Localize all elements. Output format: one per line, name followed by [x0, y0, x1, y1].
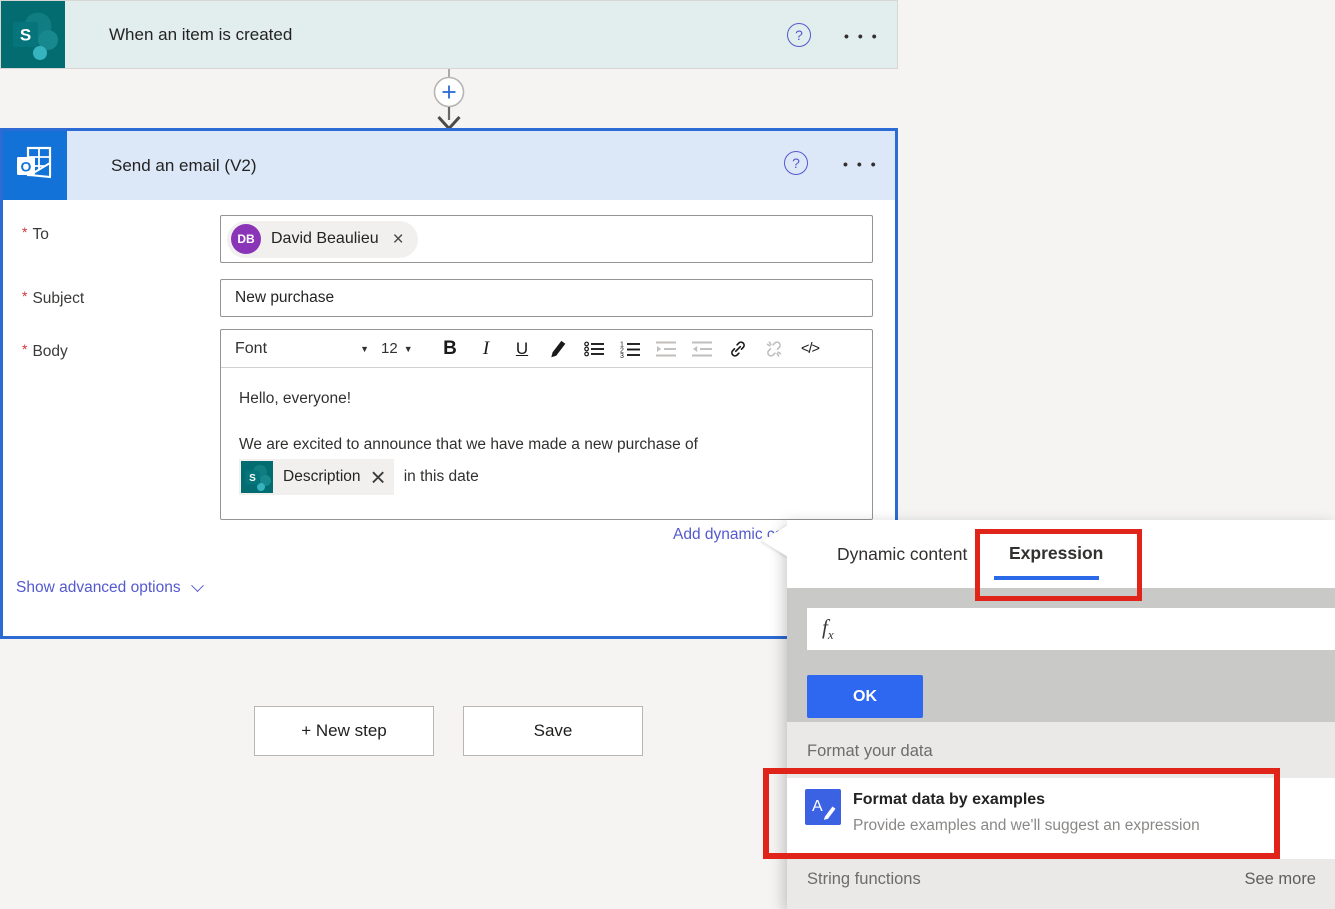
underline-button[interactable]: U [505, 333, 539, 365]
indent-button[interactable] [649, 333, 683, 365]
sharepoint-icon: S [1, 1, 65, 68]
tab-dynamic-content[interactable]: Dynamic content [837, 544, 967, 565]
chevron-down-icon [191, 579, 204, 592]
expression-input[interactable]: fx [807, 608, 1335, 650]
insert-link-button[interactable] [721, 333, 755, 365]
bullet-list-button[interactable] [577, 333, 611, 365]
see-more-link[interactable]: See more [1244, 870, 1316, 889]
flow-designer-canvas: S When an item is created ? ••• [0, 0, 1335, 909]
expression-function-list: Format your data A Format data by exampl… [787, 722, 1335, 909]
font-size-dropdown[interactable]: 12 ▼ [381, 333, 431, 365]
remove-chip-icon[interactable]: × [371, 464, 386, 490]
required-asterisk: * [22, 288, 27, 304]
sharepoint-icon: S [241, 461, 273, 493]
body-rich-text-editor[interactable]: Font ▼ 12 ▼ B I U [220, 329, 873, 520]
remove-recipient-icon[interactable]: × [393, 230, 404, 249]
menu-ellipsis-icon[interactable]: ••• [844, 28, 886, 44]
subject-input[interactable]: New purchase [220, 279, 873, 317]
trigger-card-title: When an item is created [109, 25, 292, 45]
highlight-box-format-row [763, 768, 1280, 859]
dynamic-content-popup: Dynamic content Expression fx OK Format … [787, 520, 1335, 909]
trigger-card-when-item-created[interactable]: S When an item is created ? ••• [0, 0, 898, 69]
menu-ellipsis-icon[interactable]: ••• [843, 156, 885, 172]
outdent-button[interactable] [685, 333, 719, 365]
svg-text:S: S [249, 473, 256, 484]
string-functions-label: String functions [807, 870, 921, 889]
section-label-format-your-data: Format your data [807, 742, 933, 761]
save-button[interactable]: Save [463, 706, 643, 756]
body-text-after-chip: in this date [404, 468, 479, 486]
to-input[interactable]: DB David Beaulieu × [220, 215, 873, 263]
step-connector [427, 69, 471, 131]
numbered-list-button[interactable]: 1 2 3 [613, 333, 647, 365]
avatar: DB [231, 224, 261, 254]
chip-label: Description [283, 468, 361, 486]
trigger-card-header: S When an item is created ? ••• [1, 1, 897, 68]
help-icon[interactable]: ? [784, 151, 808, 175]
recipient-chip[interactable]: DB David Beaulieu × [227, 221, 418, 258]
highlight-box-expression-tab [975, 529, 1142, 601]
ok-button[interactable]: OK [807, 675, 923, 718]
subject-value: New purchase [235, 289, 334, 307]
svg-text:S: S [20, 25, 31, 44]
outlook-icon: O [3, 131, 67, 200]
new-step-button[interactable]: + New step [254, 706, 434, 756]
code-view-button[interactable]: </> [793, 333, 827, 365]
svg-text:O: O [21, 158, 32, 174]
svg-text:3: 3 [620, 353, 624, 358]
font-family-dropdown[interactable]: Font ▼ [233, 333, 379, 365]
body-text-line: Hello, everyone! [239, 390, 854, 408]
action-card-header: O Send an email (V2) ? ••• [3, 131, 895, 200]
popup-beak [762, 525, 788, 557]
italic-button[interactable]: I [469, 333, 503, 365]
show-advanced-options-link[interactable]: Show advanced options [16, 579, 202, 597]
action-title-wrap: Send an email (V2) [67, 131, 895, 200]
body-text-line: We are excited to announce that we have … [239, 436, 854, 454]
required-asterisk: * [22, 224, 27, 240]
recipient-name: David Beaulieu [271, 230, 379, 248]
action-card-send-email[interactable]: O Send an email (V2) ? ••• *To DB David … [0, 128, 898, 639]
highlight-pen-button[interactable] [541, 333, 575, 365]
to-label: *To [22, 224, 49, 244]
help-icon[interactable]: ? [787, 23, 811, 47]
dropdown-arrow-icon: ▼ [404, 344, 413, 354]
dropdown-arrow-icon: ▼ [360, 344, 369, 354]
remove-link-button[interactable] [757, 333, 791, 365]
expression-input-band: fx OK [787, 588, 1335, 722]
body-content[interactable]: Hello, everyone! We are excited to annou… [221, 368, 872, 495]
fx-icon: fx [822, 615, 834, 643]
action-card-title: Send an email (V2) [111, 156, 257, 176]
body-label: *Body [22, 341, 68, 361]
rich-text-toolbar: Font ▼ 12 ▼ B I U [221, 330, 872, 368]
trigger-title-wrap: When an item is created [65, 1, 897, 68]
subject-label: *Subject [22, 288, 84, 308]
required-asterisk: * [22, 341, 27, 357]
body-chip-line: S Description × in this date [239, 459, 854, 495]
bold-button[interactable]: B [433, 333, 467, 365]
dynamic-content-chip-description[interactable]: S Description × [239, 459, 394, 495]
